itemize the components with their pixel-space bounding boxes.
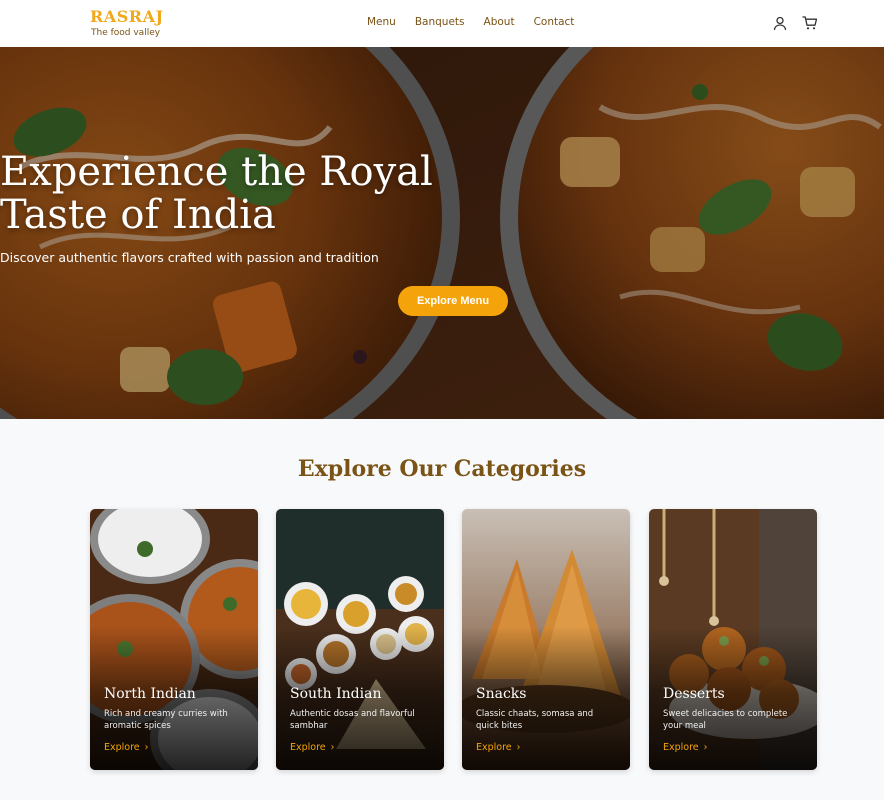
card-description: Rich and creamy curries with aromatic sp… [104, 709, 228, 731]
chevron-right-icon: › [330, 742, 335, 753]
card-title: North Indian [104, 686, 196, 702]
explore-menu-button[interactable]: Explore Menu [398, 286, 508, 316]
chevron-right-icon: › [703, 742, 708, 753]
hero-title: Experience the Royal Taste of India [0, 151, 884, 237]
card-explore-link[interactable]: Explore › [663, 742, 707, 753]
category-card-south-indian[interactable]: South Indian Authentic dosas and flavorf… [276, 509, 444, 770]
nav-icons [772, 15, 818, 31]
card-explore-label: Explore [476, 742, 512, 753]
chevron-right-icon: › [516, 742, 521, 753]
card-explore-link[interactable]: Explore › [290, 742, 334, 753]
nav-link-contact[interactable]: Contact [534, 16, 575, 28]
category-card-desserts[interactable]: Desserts Sweet delicacies to complete yo… [649, 509, 817, 770]
nav-link-banquets[interactable]: Banquets [415, 16, 465, 28]
card-description: Sweet delicacies to complete your meal [663, 709, 788, 731]
nav-link-about[interactable]: About [484, 16, 515, 28]
top-navbar: RASRAJ The food valley Menu Banquets Abo… [0, 0, 884, 47]
hero-subtitle: Discover authentic flavors crafted with … [0, 250, 379, 265]
card-explore-label: Explore [290, 742, 326, 753]
card-description: Classic chaats, somasa and quick bites [476, 709, 594, 731]
hero-title-line2: Taste of India [0, 192, 276, 238]
card-title: South Indian [290, 686, 382, 702]
card-explore-link[interactable]: Explore › [476, 742, 520, 753]
hero-title-line1: Experience the Royal [0, 149, 433, 195]
brand-logo[interactable]: RASRAJ The food valley [90, 7, 164, 39]
hero-section: Experience the Royal Taste of India Disc… [0, 47, 884, 419]
card-description: Authentic dosas and flavorful sambhar [290, 709, 415, 731]
categories-heading: Explore Our Categories [297, 456, 587, 482]
user-icon[interactable] [772, 15, 788, 31]
cart-icon[interactable] [802, 15, 818, 31]
card-explore-link[interactable]: Explore › [104, 742, 148, 753]
category-card-snacks[interactable]: Snacks Classic chaats, somasa and quick … [462, 509, 630, 770]
category-card-north-indian[interactable]: North Indian Rich and creamy curries wit… [90, 509, 258, 770]
chevron-right-icon: › [144, 742, 149, 753]
nav-link-menu[interactable]: Menu [367, 16, 396, 28]
nav-links: Menu Banquets About Contact [367, 16, 574, 28]
brand-name: RASRAJ [90, 7, 164, 26]
card-explore-label: Explore [104, 742, 140, 753]
card-explore-label: Explore [663, 742, 699, 753]
card-title: Snacks [476, 686, 527, 702]
card-title: Desserts [663, 686, 725, 702]
brand-tagline: The food valley [91, 28, 161, 38]
